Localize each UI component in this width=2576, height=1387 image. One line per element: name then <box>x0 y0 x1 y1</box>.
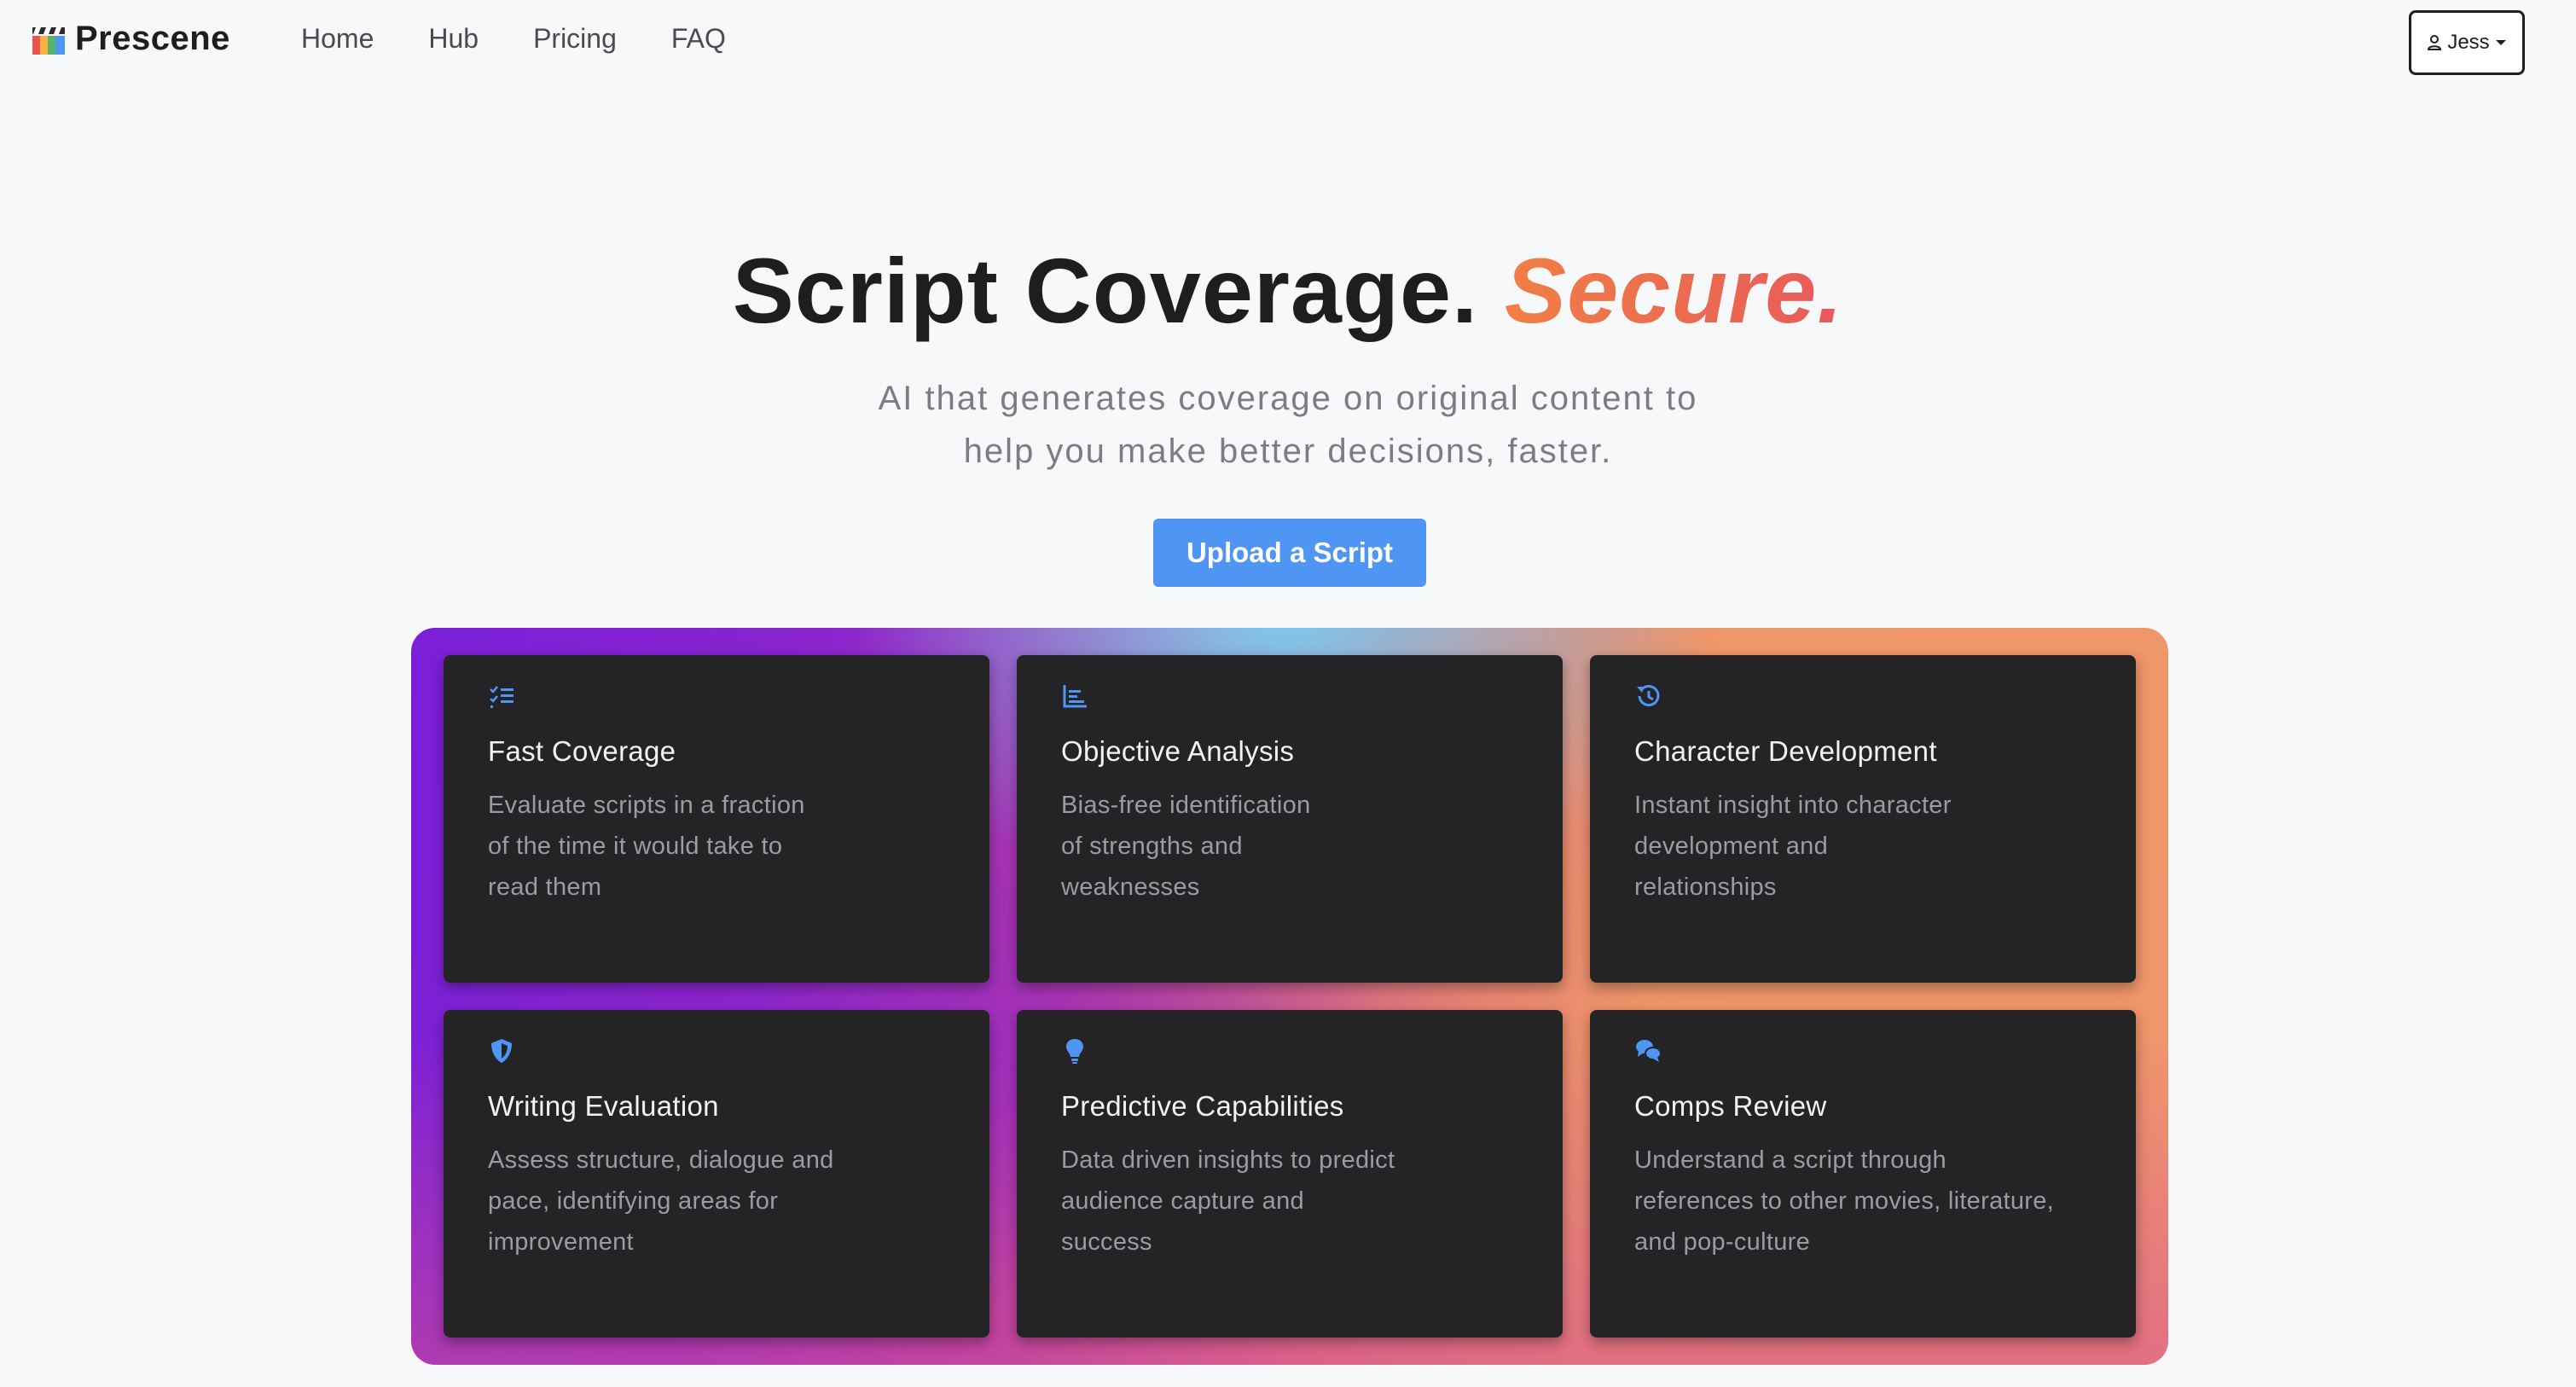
feature-desc-line: of strengths and <box>1061 833 1243 860</box>
nav-link-home[interactable]: Home <box>301 19 374 58</box>
hero-title: Script Coverage. Secure. <box>0 237 2576 344</box>
feature-desc-line: Assess structure, dialogue and <box>488 1146 834 1174</box>
user-menu-label: Jess <box>2447 31 2490 54</box>
top-navbar: Prescene Home Hub Pricing FAQ Jess <box>0 0 2576 78</box>
feature-card-predictive-capabilities: Predictive Capabilities Data driven insi… <box>1017 1010 1563 1338</box>
feature-desc-line: improvement <box>488 1228 634 1256</box>
feature-desc-line: Bias-free identification <box>1061 792 1311 819</box>
feature-desc-line: references to other movies, literature, <box>1634 1187 2055 1215</box>
feature-desc-line: Instant insight into character <box>1634 792 1952 819</box>
feature-title: Fast Coverage <box>488 735 676 767</box>
user-menu-button[interactable]: Jess <box>2409 10 2525 75</box>
feature-description: Evaluate scripts in a fraction of the ti… <box>488 785 931 908</box>
hero-title-accent: Secure. <box>1505 239 1844 342</box>
feature-desc-line: weaknesses <box>1061 873 1200 901</box>
nav-link-pricing[interactable]: Pricing <box>533 19 617 58</box>
feature-title: Objective Analysis <box>1061 735 1295 767</box>
feature-title: Predictive Capabilities <box>1061 1090 1344 1122</box>
feature-card-writing-evaluation: Writing Evaluation Assess structure, dia… <box>444 1010 989 1338</box>
hero-title-main: Script Coverage. <box>732 239 1479 342</box>
feature-desc-line: read them <box>488 873 602 901</box>
feature-title: Character Development <box>1634 735 1937 767</box>
nav-link-hub[interactable]: Hub <box>428 19 479 58</box>
feature-desc-line: Evaluate scripts in a fraction <box>488 792 805 819</box>
feature-desc-line: Understand a script through <box>1634 1146 1947 1174</box>
checklist-icon <box>490 686 513 708</box>
feature-card-character-development: Character Development Instant insight in… <box>1590 655 2136 983</box>
upload-script-button[interactable]: Upload a Script <box>1153 519 1426 587</box>
feature-desc-line: audience capture and <box>1061 1187 1304 1215</box>
feature-description: Data driven insights to predict audience… <box>1061 1140 1505 1262</box>
brand-logo[interactable]: Prescene <box>29 15 230 61</box>
feature-description: Assess structure, dialogue and pace, ide… <box>488 1140 931 1262</box>
feature-description: Understand a script through references t… <box>1634 1140 2078 1262</box>
nav-links: Home Hub Pricing FAQ <box>301 19 780 58</box>
clapperboard-icon <box>32 27 65 55</box>
feature-desc-line: relationships <box>1634 873 1777 901</box>
feature-desc-line: pace, identifying areas for <box>488 1187 779 1215</box>
chat-bubbles-icon <box>1636 1040 1662 1062</box>
feature-desc-line: Data driven insights to predict <box>1061 1146 1395 1174</box>
shield-icon <box>491 1039 512 1063</box>
feature-desc-line: of the time it would take to <box>488 833 783 860</box>
feature-title: Comps Review <box>1634 1090 1827 1122</box>
caret-down-icon <box>2495 40 2506 45</box>
user-icon <box>2428 35 2442 50</box>
feature-desc-line: success <box>1061 1228 1152 1256</box>
brand-name: Prescene <box>75 19 230 57</box>
feature-card-fast-coverage: Fast Coverage Evaluate scripts in a frac… <box>444 655 989 983</box>
feature-title: Writing Evaluation <box>488 1090 719 1122</box>
feature-card-comps-review: Comps Review Understand a script through… <box>1590 1010 2136 1338</box>
bar-chart-icon <box>1063 685 1087 708</box>
feature-description: Instant insight into character developme… <box>1634 785 2078 908</box>
hero-subtitle-line-1: AI that generates coverage on original c… <box>878 380 1698 417</box>
hero-subtitle-line-2: help you make better decisions, faster. <box>963 432 1613 470</box>
hero-subtitle: AI that generates coverage on original c… <box>853 372 1723 478</box>
lightbulb-icon <box>1066 1039 1083 1064</box>
history-icon <box>1637 685 1660 707</box>
feature-desc-line: and pop-culture <box>1634 1228 1811 1256</box>
feature-description: Bias-free identification of strengths an… <box>1061 785 1505 908</box>
feature-card-objective-analysis: Objective Analysis Bias-free identificat… <box>1017 655 1563 983</box>
nav-link-faq[interactable]: FAQ <box>671 19 726 58</box>
feature-desc-line: development and <box>1634 833 1828 860</box>
